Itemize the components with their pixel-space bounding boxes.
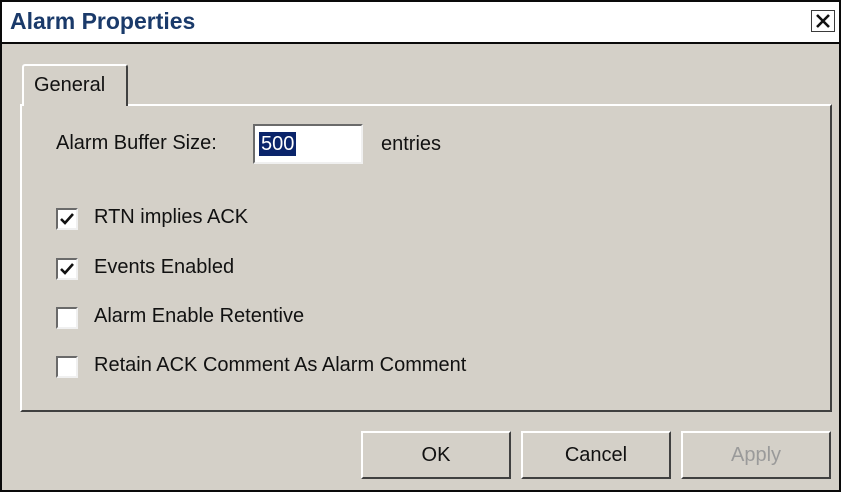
- buffer-size-unit: entries: [381, 133, 442, 155]
- tab-general-label: General: [34, 74, 106, 96]
- checkmark-icon: [60, 263, 74, 275]
- checkbox[interactable]: [56, 208, 78, 230]
- tab-general[interactable]: General: [22, 64, 128, 106]
- option-label: RTN implies ACK: [94, 206, 249, 228]
- close-button[interactable]: [811, 10, 835, 32]
- checkbox[interactable]: [56, 258, 78, 280]
- apply-button[interactable]: Apply: [681, 431, 831, 479]
- window-title: Alarm Properties: [10, 8, 196, 34]
- ok-button[interactable]: OK: [361, 431, 511, 479]
- option-label: Events Enabled: [94, 256, 235, 278]
- cancel-button[interactable]: Cancel: [521, 431, 671, 479]
- close-icon: [816, 14, 830, 28]
- title-bar[interactable]: Alarm Properties: [2, 2, 839, 44]
- option-label: Retain ACK Comment As Alarm Comment: [94, 354, 467, 376]
- buffer-size-input[interactable]: 500: [253, 124, 363, 164]
- option-label: Alarm Enable Retentive: [94, 305, 305, 327]
- checkmark-icon: [60, 213, 74, 225]
- checkbox[interactable]: [56, 307, 78, 329]
- buffer-size-value: 500: [259, 132, 297, 156]
- checkbox[interactable]: [56, 356, 78, 378]
- buffer-size-label: Alarm Buffer Size:: [56, 132, 217, 154]
